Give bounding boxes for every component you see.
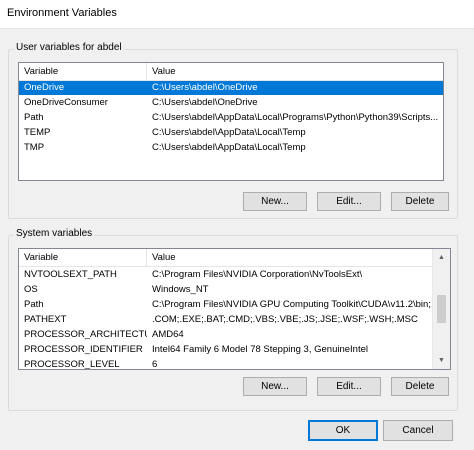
row-variable: Path [24,112,44,123]
user-variables-header: Variable Value [19,63,443,81]
system-variable-row-nvtoolsext-path[interactable]: NVTOOLSEXT_PATH C:\Program Files\NVIDIA … [19,268,433,282]
row-variable: TMP [24,142,45,153]
row-variable: TEMP [24,127,51,138]
user-delete-button-label: Delete [405,196,435,207]
system-variable-row-pathext[interactable]: PATHEXT .COM;.EXE;.BAT;.CMD;.VBS;.VBE;.J… [19,313,433,327]
user-variable-row-tmp[interactable]: TMP C:\Users\abdel\AppData\Local\Temp [19,141,443,155]
cancel-button[interactable]: Cancel [383,420,453,441]
user-variables-label: User variables for abdel [14,42,124,53]
window-title: Environment Variables [7,7,117,19]
row-value: C:\Users\abdel\AppData\Local\Programs\Py… [152,112,439,123]
row-value: C:\Program Files\NVIDIA Corporation\NvTo… [152,269,363,280]
user-variable-row-onedrive[interactable]: OneDrive C:\Users\abdel\OneDrive [19,81,443,95]
system-edit-button-label: Edit... [336,381,362,392]
row-variable: OS [24,284,38,295]
system-delete-button[interactable]: Delete [391,377,449,396]
system-variable-row-processor-identifier[interactable]: PROCESSOR_IDENTIFIER Intel64 Family 6 Mo… [19,343,433,357]
system-variable-row-processor-architecture[interactable]: PROCESSOR_ARCHITECTURE AMD64 [19,328,433,342]
system-delete-button-label: Delete [405,381,435,392]
ok-button-label: OK [335,425,351,436]
user-edit-button-label: Edit... [336,196,362,207]
system-variable-row-path[interactable]: Path C:\Program Files\NVIDIA GPU Computi… [19,298,433,312]
scroll-up-arrow-icon[interactable]: ▲ [433,249,450,266]
row-variable: OneDriveConsumer [24,97,108,108]
user-variable-row-onedriveconsumer[interactable]: OneDriveConsumer C:\Users\abdel\OneDrive [19,96,443,110]
row-variable: PROCESSOR_IDENTIFIER [24,344,143,355]
user-delete-button[interactable]: Delete [391,192,449,211]
row-variable: PROCESSOR_ARCHITECTURE [24,329,147,340]
system-variables-list[interactable]: Variable Value NVTOOLSEXT_PATH C:\Progra… [18,248,451,370]
cancel-button-label: Cancel [402,425,434,436]
row-value: Windows_NT [152,284,209,295]
system-variable-row-processor-level[interactable]: PROCESSOR_LEVEL 6 [19,358,433,370]
row-value: 6 [152,359,158,370]
row-variable: OneDrive [24,82,65,93]
row-variable: Path [24,299,44,310]
user-variables-list[interactable]: Variable Value OneDrive C:\Users\abdel\O… [18,62,444,181]
system-new-button[interactable]: New... [243,377,307,396]
row-value: Intel64 Family 6 Model 78 Stepping 3, Ge… [152,344,368,355]
row-value: C:\Users\abdel\OneDrive [152,97,258,108]
scroll-down-arrow-icon[interactable]: ▼ [433,352,450,369]
row-value: C:\Users\abdel\AppData\Local\Temp [152,127,306,138]
row-value: C:\Users\abdel\AppData\Local\Temp [152,142,306,153]
column-header-value[interactable]: Value [147,63,443,80]
title-bar: Environment Variables [0,0,474,29]
row-variable: PATHEXT [24,314,67,325]
system-variables-scrollbar[interactable]: ▲ ▼ [432,249,450,369]
row-value: AMD64 [152,329,184,340]
row-variable: PROCESSOR_LEVEL [24,359,120,370]
user-new-button[interactable]: New... [243,192,307,211]
column-header-variable[interactable]: Variable [19,63,147,80]
column-header-value[interactable]: Value [147,249,433,266]
scrollbar-thumb[interactable] [437,295,446,323]
user-variable-row-path[interactable]: Path C:\Users\abdel\AppData\Local\Progra… [19,111,443,125]
row-value: C:\Users\abdel\OneDrive [152,82,258,93]
system-edit-button[interactable]: Edit... [317,377,381,396]
row-value: .COM;.EXE;.BAT;.CMD;.VBS;.VBE;.JS;.JSE;.… [152,314,418,325]
row-variable: NVTOOLSEXT_PATH [24,269,117,280]
row-value: C:\Program Files\NVIDIA GPU Computing To… [152,299,433,310]
user-new-button-label: New... [261,196,289,207]
column-header-variable[interactable]: Variable [19,249,147,266]
system-variables-header: Variable Value [19,249,433,267]
ok-button[interactable]: OK [308,420,378,441]
system-variables-label: System variables [14,228,95,239]
system-variable-row-os[interactable]: OS Windows_NT [19,283,433,297]
system-new-button-label: New... [261,381,289,392]
user-variable-row-temp[interactable]: TEMP C:\Users\abdel\AppData\Local\Temp [19,126,443,140]
user-edit-button[interactable]: Edit... [317,192,381,211]
